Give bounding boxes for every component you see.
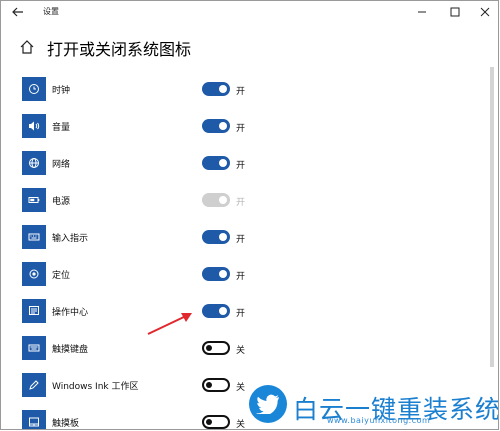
list-item: 输入指示 开: [22, 225, 262, 251]
pen-icon: [22, 373, 46, 397]
toggle-switch[interactable]: [202, 341, 230, 355]
list-item: 触摸键盘 关: [22, 336, 262, 362]
watermark-url: www.baiyunxitong.com: [327, 416, 431, 425]
item-label: 操作中心: [52, 308, 89, 318]
toggle-state-label: 开: [236, 309, 246, 319]
action-center-icon: [22, 299, 46, 323]
red-annotation-arrow: [147, 313, 192, 335]
list-item: 触摸板 关: [22, 410, 262, 430]
minimize-button[interactable]: [408, 3, 436, 21]
watermark: 白云一键重装系统 www.baiyunxitong.com: [247, 385, 498, 425]
toggle-switch[interactable]: [202, 230, 230, 244]
toggle-switch[interactable]: [202, 304, 230, 318]
touchpad-icon: [22, 410, 46, 429]
list-item: 操作中心 开: [22, 299, 262, 325]
toggle-state-label: 开: [236, 198, 246, 208]
toggle-switch[interactable]: [202, 378, 230, 392]
toggle-switch[interactable]: [202, 267, 230, 281]
list-item: 定位 开: [22, 262, 262, 288]
item-label: 音量: [52, 123, 71, 133]
touch-keyboard-icon: [22, 336, 46, 360]
toggle-switch: [202, 193, 230, 207]
toggle-switch[interactable]: [202, 156, 230, 170]
settings-window: 设置 打开或关闭系统图标 时钟开音量开网络开电源开输入指示开定位开操作中心开触摸…: [0, 0, 499, 430]
list-item: 音量 开: [22, 114, 262, 140]
item-label: 时钟: [52, 86, 71, 96]
globe-icon: [22, 151, 46, 175]
title-bar: 设置: [1, 1, 498, 23]
item-label: Windows Ink 工作区: [52, 382, 139, 392]
battery-icon: [22, 188, 46, 212]
toggle-state-label: 开: [236, 124, 246, 134]
scrollbar[interactable]: [490, 67, 494, 367]
toggle-switch[interactable]: [202, 82, 230, 96]
close-icon: [480, 7, 490, 17]
location-icon: [22, 262, 46, 286]
home-icon[interactable]: [19, 39, 35, 55]
toggle-state-label: 开: [236, 87, 246, 97]
toggle-state-label: 关: [236, 346, 246, 356]
bird-logo-icon: [249, 385, 287, 423]
clock-icon: [22, 77, 46, 101]
item-label: 输入指示: [52, 234, 89, 244]
back-arrow-icon: [12, 7, 23, 17]
item-label: 触摸板: [52, 419, 80, 429]
window-title: 设置: [43, 7, 59, 16]
toggle-state-label: 开: [236, 235, 246, 245]
list-item: Windows Ink 工作区 关: [22, 373, 262, 399]
item-label: 触摸键盘: [52, 345, 89, 355]
maximize-icon: [450, 7, 460, 17]
toggle-switch[interactable]: [202, 415, 230, 429]
keyboard-icon: [22, 225, 46, 249]
list-item: 电源 开: [22, 188, 262, 214]
minimize-icon: [418, 11, 426, 13]
list-item: 时钟 开: [22, 77, 262, 103]
volume-icon: [22, 114, 46, 138]
item-label: 电源: [52, 197, 71, 207]
list-item: 网络 开: [22, 151, 262, 177]
page-title: 打开或关闭系统图标: [47, 40, 192, 59]
close-button[interactable]: [471, 3, 498, 21]
toggle-switch[interactable]: [202, 119, 230, 133]
back-button[interactable]: [7, 3, 29, 21]
toggle-state-label: 关: [236, 383, 246, 393]
toggle-state-label: 开: [236, 272, 246, 282]
item-label: 网络: [52, 160, 71, 170]
item-label: 定位: [52, 271, 71, 281]
toggle-state-label: 开: [236, 161, 246, 171]
toggle-state-label: 关: [236, 420, 246, 430]
maximize-button[interactable]: [441, 3, 469, 21]
